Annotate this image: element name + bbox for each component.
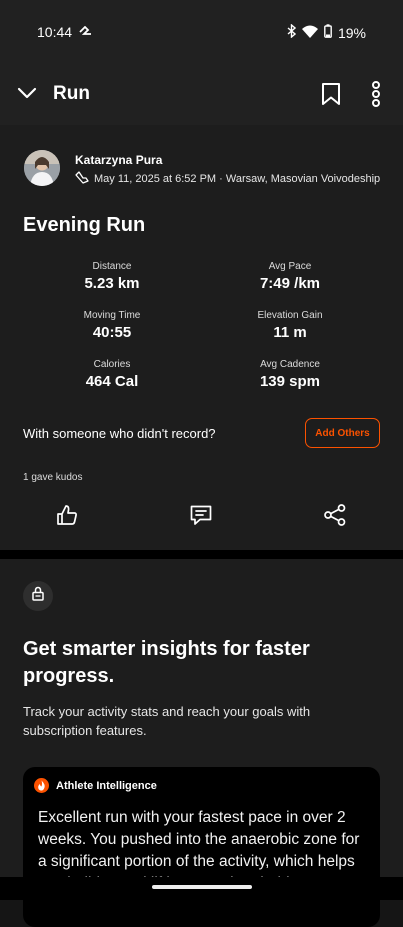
- battery-percent: 19%: [337, 24, 366, 41]
- comment-button[interactable]: [189, 503, 213, 527]
- stat-moving-time: Moving Time 40:55: [37, 310, 187, 341]
- flame-icon: [34, 778, 49, 793]
- ai-header: Athlete Intelligence: [34, 778, 157, 793]
- promo-subtitle: Track your activity stats and reach your…: [23, 704, 311, 738]
- lock-icon: [31, 586, 45, 606]
- ai-label: Athlete Intelligence: [56, 779, 157, 792]
- kudos-count[interactable]: 1 gave kudos: [23, 472, 83, 483]
- more-options-button[interactable]: [366, 81, 386, 107]
- bookmark-button[interactable]: [320, 82, 342, 106]
- comment-icon: [189, 505, 213, 531]
- status-time: 10:44: [37, 24, 73, 40]
- stat-value: 40:55: [92, 324, 132, 341]
- activity-meta: May 11, 2025 at 6:52 PM · Warsaw, Masovi…: [75, 171, 380, 187]
- status-icons: 19%: [287, 23, 366, 41]
- collapse-button[interactable]: [16, 82, 38, 104]
- activity-card: Katarzyna Pura May 11, 2025 at 6:52 PM ·…: [0, 125, 403, 550]
- status-bar: 10:44 19%: [0, 0, 403, 62]
- stat-distance: Distance 5.23 km: [37, 261, 187, 292]
- shoe-icon: [75, 171, 89, 187]
- notification-icon: [79, 25, 92, 43]
- stat-value: 7:49 /km: [259, 275, 321, 292]
- app-bar: Run: [0, 62, 403, 125]
- subscription-promo: Get smarter insights for faster progress…: [0, 559, 403, 927]
- stat-label: Calories: [93, 359, 131, 370]
- section-divider: [0, 550, 403, 559]
- bluetooth-icon: [287, 23, 297, 41]
- wifi-icon: [301, 25, 318, 41]
- stat-label: Avg Cadence: [260, 359, 320, 370]
- stat-label: Distance: [92, 261, 132, 272]
- more-vertical-icon: [366, 81, 386, 111]
- stat-value: 139 spm: [259, 373, 321, 390]
- stat-value: 11 m: [273, 324, 307, 341]
- promo-heading: Get smarter insights for faster progress…: [23, 638, 310, 687]
- activity-date-location: May 11, 2025 at 6:52 PM · Warsaw, Masovi…: [94, 173, 381, 185]
- stat-elevation-gain: Elevation Gain 11 m: [215, 310, 365, 341]
- stat-avg-cadence: Avg Cadence 139 spm: [215, 359, 365, 390]
- bookmark-icon: [320, 83, 342, 110]
- chevron-down-icon: [16, 87, 38, 108]
- share-icon: [323, 504, 347, 531]
- stat-avg-pace: Avg Pace 7:49 /km: [215, 261, 365, 292]
- with-others-prompt: With someone who didn't record?: [23, 426, 216, 441]
- share-button[interactable]: [323, 503, 347, 527]
- kudos-button[interactable]: [55, 503, 79, 527]
- gesture-handle[interactable]: [152, 885, 252, 889]
- add-others-button[interactable]: Add Others: [305, 418, 380, 448]
- stat-label: Moving Time: [83, 310, 141, 321]
- system-nav-bar: [0, 877, 403, 900]
- stat-value: 464 Cal: [85, 373, 139, 390]
- stat-calories: Calories 464 Cal: [37, 359, 187, 390]
- lock-badge: [23, 581, 53, 611]
- battery-icon: [324, 24, 332, 41]
- stat-label: Elevation Gain: [257, 310, 323, 321]
- athlete-intelligence-card[interactable]: Athlete Intelligence Excellent run with …: [23, 767, 380, 927]
- athlete-name[interactable]: Katarzyna Pura: [75, 153, 162, 167]
- activity-title: Evening Run: [23, 214, 146, 236]
- stat-value: 5.23 km: [84, 275, 140, 292]
- thumbs-up-icon: [55, 505, 79, 531]
- avatar[interactable]: [24, 150, 60, 186]
- page-title: Run: [53, 83, 90, 104]
- stat-label: Avg Pace: [268, 261, 312, 272]
